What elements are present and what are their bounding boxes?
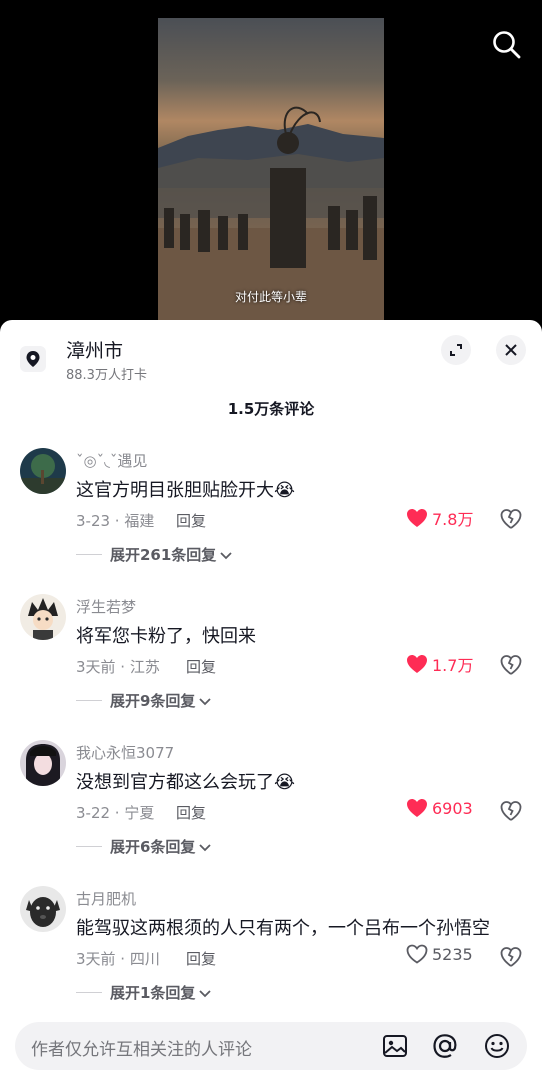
- dislike-icon[interactable]: [500, 508, 522, 530]
- dislike-icon[interactable]: [500, 946, 522, 968]
- video-frame[interactable]: 对付此等小辈: [158, 18, 384, 330]
- comment-meta: 3天前 · 四川: [76, 950, 160, 968]
- like-button[interactable]: 1.7万: [406, 652, 473, 676]
- heart-outline-icon: [406, 944, 428, 964]
- comment-meta: 3-22 · 宁夏: [76, 804, 155, 822]
- search-icon[interactable]: [490, 28, 524, 62]
- like-count: 7.8万: [432, 510, 474, 529]
- expand-replies-button[interactable]: 展开261条回复: [76, 544, 232, 565]
- comment-text: 这官方明目张胆贴脸开大😭: [76, 480, 296, 501]
- expand-replies-button[interactable]: 展开1条回复: [76, 982, 212, 1003]
- like-button[interactable]: 7.8万: [406, 506, 473, 530]
- expand-replies-label: 展开9条回复: [110, 692, 196, 710]
- comment-meta: 3-23 · 福建: [76, 512, 155, 530]
- chevron-down-icon: [199, 838, 212, 856]
- dislike-icon[interactable]: [500, 654, 522, 676]
- comment-username[interactable]: 古月肥机: [76, 888, 136, 909]
- chevron-down-icon: [199, 692, 212, 710]
- like-count: 5235: [432, 944, 473, 964]
- video-scene: [158, 106, 384, 330]
- at-mention-icon[interactable]: [431, 1032, 459, 1060]
- comment-input-placeholder[interactable]: 作者仅允许互相关注的人评论: [31, 1035, 252, 1060]
- divider: [76, 846, 102, 847]
- reply-button[interactable]: 回复: [186, 656, 216, 677]
- location-pin-icon: [20, 346, 46, 372]
- like-button[interactable]: 5235: [406, 944, 473, 964]
- comment-item: 古月肥机 能驾驭这两根须的人只有两个，一个吕布一个孙悟空 3天前 · 四川 回复…: [0, 886, 542, 1026]
- avatar[interactable]: [20, 448, 66, 494]
- comment-text: 没想到官方都这么会玩了😭: [76, 772, 296, 793]
- dislike-icon[interactable]: [500, 800, 522, 822]
- comment-username[interactable]: ˇ◎ˇ◟ˇ遇见: [76, 450, 147, 471]
- comment-item: ˇ◎ˇ◟ˇ遇见 这官方明目张胆贴脸开大😭 3-23 · 福建 回复 7.8万 展…: [0, 448, 542, 588]
- reply-button[interactable]: 回复: [186, 948, 216, 969]
- video-subtitle: 对付此等小辈: [234, 290, 307, 304]
- reply-button[interactable]: 回复: [176, 802, 206, 823]
- comment-item: 浮生若梦 将军您卡粉了，快回来 3天前 · 江苏 回复 1.7万 展开9条回复: [0, 594, 542, 734]
- expand-icon[interactable]: [441, 335, 471, 365]
- location-checkins: 88.3万人打卡: [66, 368, 147, 383]
- expand-replies-label: 展开261条回复: [110, 546, 217, 564]
- like-button[interactable]: 6903: [406, 798, 473, 818]
- chevron-down-icon: [199, 984, 212, 1002]
- like-count: 1.7万: [432, 656, 474, 675]
- divider: [76, 700, 102, 701]
- heart-filled-icon: [407, 509, 427, 527]
- comment-count: 1.5万条评论: [227, 400, 315, 418]
- video-player[interactable]: 对付此等小辈: [0, 0, 542, 330]
- comment-username[interactable]: 我心永恒3077: [76, 742, 174, 763]
- like-count: 6903: [432, 798, 473, 818]
- chevron-down-icon: [220, 546, 232, 564]
- comment-meta: 3天前 · 江苏: [76, 658, 160, 676]
- comment-username[interactable]: 浮生若梦: [76, 596, 136, 617]
- heart-filled-icon: [407, 655, 427, 673]
- expand-replies-label: 展开6条回复: [110, 838, 196, 856]
- comment-text: 能驾驭这两根须的人只有两个，一个吕布一个孙悟空: [76, 918, 490, 939]
- image-icon[interactable]: [381, 1032, 409, 1060]
- comment-text: 将军您卡粉了，快回来: [76, 626, 256, 647]
- comment-item: 我心永恒3077 没想到官方都这么会玩了😭 3-22 · 宁夏 回复 6903 …: [0, 740, 542, 880]
- divider: [76, 992, 102, 993]
- heart-filled-icon: [407, 799, 427, 817]
- expand-replies-button[interactable]: 展开9条回复: [76, 690, 212, 711]
- avatar[interactable]: [20, 740, 66, 786]
- reply-button[interactable]: 回复: [176, 510, 206, 531]
- close-icon[interactable]: [496, 335, 526, 365]
- divider: [76, 554, 102, 555]
- avatar[interactable]: [20, 594, 66, 640]
- expand-replies-button[interactable]: 展开6条回复: [76, 836, 212, 857]
- comment-sheet: 漳州市 88.3万人打卡 1.5万条评论 ˇ◎ˇ◟ˇ遇见 这官方明目张胆贴脸开大…: [0, 320, 542, 1080]
- emoji-icon[interactable]: [483, 1032, 511, 1060]
- avatar[interactable]: [20, 886, 66, 932]
- comment-input-bar[interactable]: 作者仅允许互相关注的人评论: [15, 1022, 527, 1070]
- location-name[interactable]: 漳州市: [66, 336, 123, 363]
- expand-replies-label: 展开1条回复: [110, 984, 196, 1002]
